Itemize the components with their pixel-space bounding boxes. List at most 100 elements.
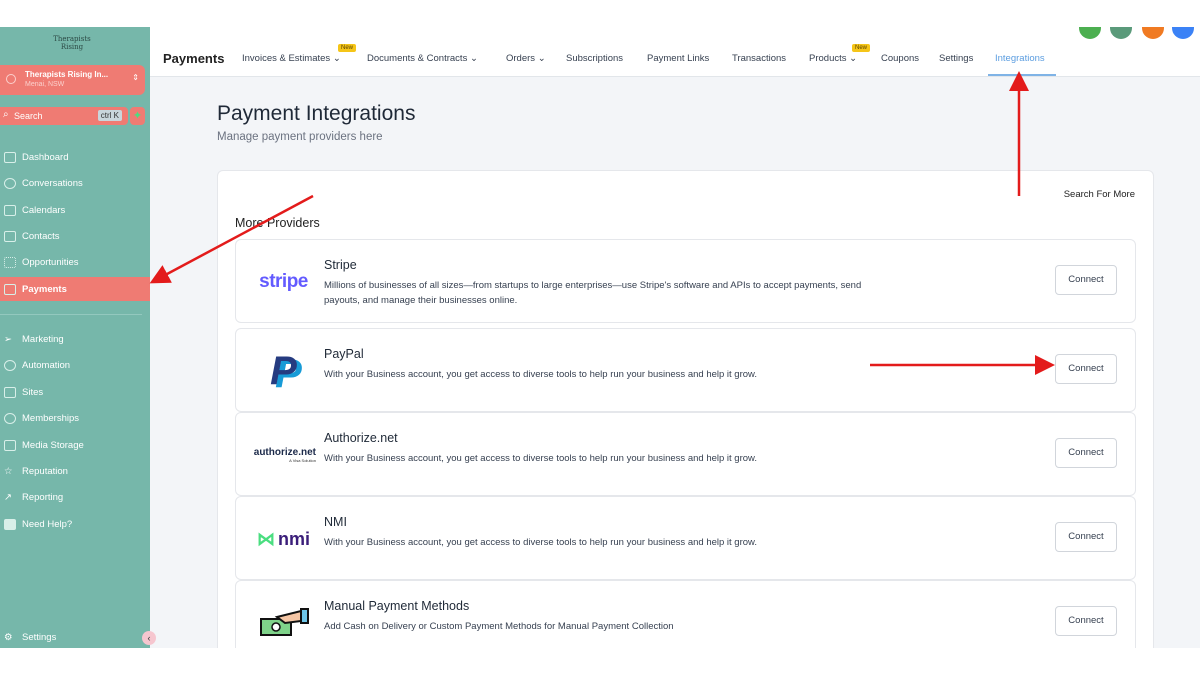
sidebar-item-media-storage[interactable]: Media Storage (0, 433, 150, 457)
automation-icon (4, 359, 16, 371)
trend-icon: ↗ (4, 491, 12, 503)
nav-label: Contacts (22, 230, 60, 242)
star-icon: ☆ (4, 465, 13, 477)
sidebar-item-reputation[interactable]: ☆ Reputation (0, 459, 150, 483)
location-name: Therapists Rising In... (25, 70, 109, 79)
paypal-logo: P (270, 348, 297, 393)
nav-label: Payments (22, 283, 67, 295)
payments-icon (4, 283, 16, 295)
contacts-icon (4, 230, 16, 242)
provider-description: Add Cash on Delivery or Custom Payment M… (324, 621, 674, 632)
provider-card-manual: Manual Payment Methods Add Cash on Deliv… (235, 580, 1136, 648)
tab-invoices-estimates[interactable]: Invoices & Estimates ⌄ (242, 53, 341, 64)
chevron-down-icon: ⌄ (332, 53, 341, 64)
nav-label: Media Storage (22, 439, 84, 451)
nav-label: Need Help? (22, 518, 73, 530)
tab-products[interactable]: Products ⌄ (809, 53, 857, 64)
provider-description: With your Business account, you get acce… (324, 369, 758, 380)
sidebar-item-payments[interactable]: Payments (0, 277, 150, 301)
location-icon (6, 74, 16, 84)
sidebar-item-need-help[interactable]: Need Help? (0, 512, 150, 536)
nav-label: Memberships (22, 412, 80, 424)
chevron-down-icon: ⌄ (537, 53, 546, 64)
search-for-more-link[interactable]: Search For More (1064, 189, 1135, 200)
nav-label: Reporting (22, 491, 64, 503)
tab-label: Invoices & Estimates (242, 53, 331, 64)
chevron-down-icon: ⌄ (849, 53, 858, 64)
page-subtitle: Manage payment providers here (217, 131, 383, 143)
calendar-icon (4, 204, 16, 216)
sites-icon (4, 386, 16, 398)
gear-icon: ⚙ (4, 631, 13, 643)
search-icon: ⌕ (3, 109, 9, 120)
provider-name: NMI (324, 515, 347, 529)
nav-label: Marketing (22, 333, 64, 345)
sidebar-item-opportunities[interactable]: Opportunities (0, 250, 150, 274)
location-switcher[interactable]: Therapists Rising In... Menai, NSW ⇕ (0, 65, 145, 95)
megaphone-icon[interactable] (1110, 27, 1132, 39)
top-navigation: Payments Invoices & Estimates ⌄ New Docu… (150, 27, 1200, 77)
tab-transactions[interactable]: Transactions (732, 53, 786, 64)
provider-card-nmi: ⋈ nmi NMI With your Business account, you… (235, 496, 1136, 580)
chevron-updown-icon: ⇕ (132, 73, 139, 82)
stripe-logo: stripe (259, 271, 308, 292)
notification-icon[interactable] (1142, 27, 1164, 39)
connect-button[interactable]: Connect (1055, 354, 1117, 384)
provider-card-authorize-net: authorize.net A Visa Solution Authorize.n… (235, 412, 1136, 496)
provider-description: With your Business account, you get acce… (324, 453, 758, 464)
sidebar-item-contacts[interactable]: Contacts (0, 224, 150, 248)
sidebar-divider (0, 314, 142, 315)
new-badge: New (338, 44, 357, 52)
provider-description: With your Business account, you get acce… (324, 537, 758, 548)
send-icon: ➢ (4, 333, 12, 345)
tab-label: Documents & Contracts (367, 53, 468, 64)
search-label: Search (14, 111, 43, 121)
sidebar-item-settings[interactable]: ⚙ Settings (0, 625, 150, 648)
app: Therapists Rising Therapists Rising In..… (0, 27, 1200, 648)
tab-integrations[interactable]: Integrations (995, 53, 1045, 64)
sidebar-item-calendars[interactable]: Calendars (0, 198, 150, 222)
providers-panel: Search For More More Providers stripe St… (217, 170, 1154, 648)
tab-documents-contracts[interactable]: Documents & Contracts ⌄ (367, 53, 478, 64)
sidebar: Therapists Rising Therapists Rising In..… (0, 27, 156, 648)
sidebar-item-marketing[interactable]: ➢ Marketing (0, 327, 150, 351)
dashboard-icon (4, 151, 16, 163)
provider-name: Authorize.net (324, 431, 398, 445)
opportunities-icon (4, 256, 16, 268)
sidebar-item-conversations[interactable]: Conversations (0, 171, 150, 195)
sidebar-item-reporting[interactable]: ↗ Reporting (0, 485, 150, 509)
provider-name: PayPal (324, 347, 364, 361)
nav-label: Calendars (22, 204, 66, 216)
provider-name: Manual Payment Methods (324, 599, 470, 613)
cash-hand-icon (251, 603, 316, 643)
help-circle-icon[interactable] (1172, 27, 1194, 39)
connect-button[interactable]: Connect (1055, 438, 1117, 468)
provider-card-stripe: stripe Stripe Millions of businesses of … (235, 239, 1136, 323)
page-title: Payment Integrations (217, 102, 416, 125)
nav-label: Opportunities (22, 256, 79, 268)
sidebar-item-sites[interactable]: Sites (0, 380, 150, 404)
brand-logo: Therapists Rising (53, 35, 91, 51)
tab-payment-links[interactable]: Payment Links (647, 53, 709, 64)
phone-icon[interactable] (1079, 27, 1101, 39)
nav-label: Conversations (22, 177, 83, 189)
tab-settings[interactable]: Settings (939, 53, 973, 64)
authorize-net-logo: authorize.net A Visa Solution (253, 447, 316, 463)
collapse-sidebar-button[interactable]: ‹ (142, 631, 156, 645)
quick-add-button[interactable]: ✦ (130, 107, 145, 125)
connect-button[interactable]: Connect (1055, 522, 1117, 552)
nav-label: Settings (22, 631, 57, 643)
tab-label: Products (809, 53, 847, 64)
connect-button[interactable]: Connect (1055, 265, 1117, 295)
nav-label: Sites (22, 386, 44, 398)
sidebar-item-dashboard[interactable]: Dashboard (0, 145, 150, 169)
image-icon (4, 439, 16, 451)
search-button[interactable]: ⌕ Search ctrl K (0, 107, 128, 125)
sidebar-item-memberships[interactable]: Memberships (0, 406, 150, 430)
tab-subscriptions[interactable]: Subscriptions (566, 53, 623, 64)
tab-coupons[interactable]: Coupons (881, 53, 919, 64)
tab-orders[interactable]: Orders ⌄ (506, 53, 546, 64)
sidebar-item-automation[interactable]: Automation (0, 353, 150, 377)
connect-button[interactable]: Connect (1055, 606, 1117, 636)
provider-description: Millions of businesses of all sizes—from… (324, 280, 862, 306)
